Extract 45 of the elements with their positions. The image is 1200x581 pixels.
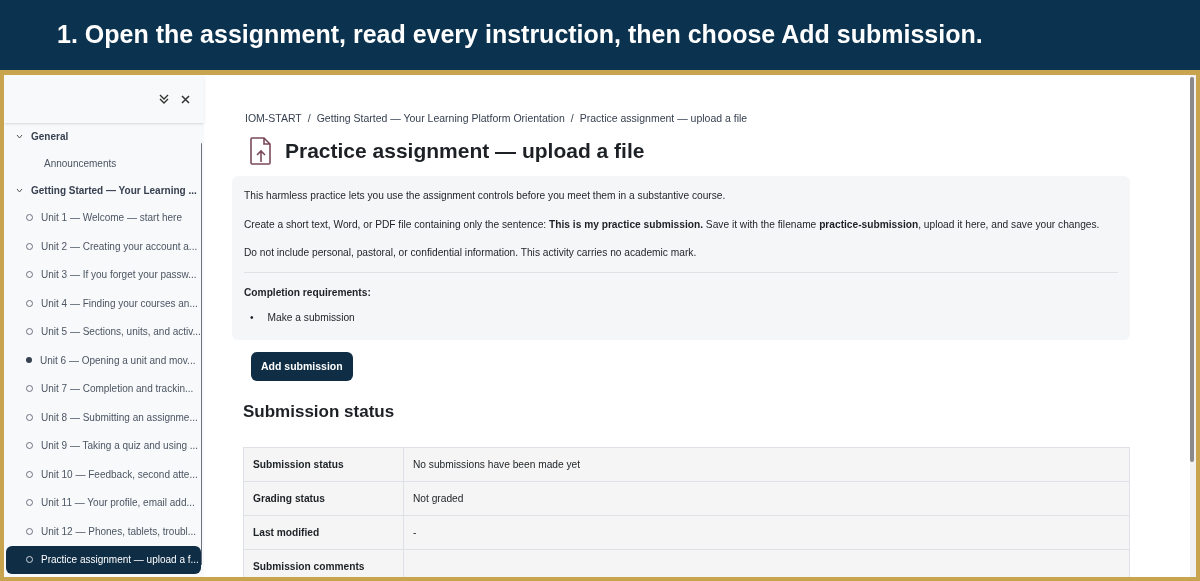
chevron-icon (16, 133, 23, 139)
breadcrumb-link[interactable]: Practice assignment — upload a file (579, 111, 748, 127)
course-index-item[interactable]: Unit 8 — Submitting an assignme... (6, 403, 201, 432)
course-index-item[interactable]: Unit 10 — Feedback, second atte... (6, 460, 201, 489)
course-index-item[interactable]: Unit 3 — If you forget your passw... (6, 260, 201, 289)
course-index-item[interactable]: Unit 7 — Completion and trackin... (6, 374, 201, 403)
breadcrumb-separator: / (307, 111, 311, 126)
course-index-item[interactable]: Practice assignment — upload a f... (6, 545, 201, 574)
course-index-item[interactable]: Unit 12 — Phones, tablets, troubl... (6, 517, 201, 546)
chevron-icon (16, 188, 23, 193)
section-heading: Submission status (243, 401, 396, 424)
row-label: Submission comments (253, 559, 365, 574)
file-upload-icon (249, 135, 273, 166)
bullet-icon: • (250, 310, 254, 326)
section-header[interactable]: Getting Started — Your Learning ... (6, 177, 201, 204)
breadcrumb-link[interactable]: Getting Started — Your Learning Platform Orientation (316, 111, 565, 127)
collapse-all-icon[interactable] (159, 94, 169, 104)
row-label: Grading status (253, 491, 325, 506)
row-value: Not graded (413, 491, 464, 506)
course-index-item[interactable]: Unit 5 — Sections, units, and activ... (6, 317, 201, 346)
page-title: Practice assignment — upload a file (285, 137, 645, 164)
instruction-banner: 1. Open the assignment, read every instruction, then choose Add submission. (0, 0, 1200, 70)
completion-item: Make a submission (267, 311, 355, 326)
course-index-item[interactable]: Unit 4 — Finding your courses an... (6, 289, 201, 318)
breadcrumb-link[interactable]: IOM-START (245, 111, 302, 127)
course-index-item[interactable]: Unit 2 — Creating your account a... (6, 232, 201, 261)
description-text: Create a short text, Word, or PDF file containing only the sentence: This is my practice submission. Save it with the filename practice-submission, upload it here, and save your changes. (244, 217, 1101, 232)
course-index-item[interactable]: Unit 11 — Your profile, email add... (6, 488, 201, 517)
completion-heading: Completion requirements: (244, 286, 372, 301)
scrollbar[interactable] (1190, 77, 1194, 462)
add-submission-button[interactable]: Add submission (251, 351, 353, 382)
course-index-item[interactable]: Unit 9 — Taking a quiz and using ... (6, 431, 201, 460)
course-index-item[interactable]: Announcements (6, 149, 201, 178)
scrollbar[interactable] (200, 143, 202, 565)
row-label: Submission status (253, 457, 344, 472)
close-icon[interactable] (181, 94, 190, 104)
course-index-item[interactable]: Unit 6 — Opening a unit and mov... (6, 346, 201, 375)
breadcrumb-separator: / (570, 111, 574, 126)
course-index-item[interactable]: Unit 1 — Welcome — start here (6, 203, 201, 232)
section-header[interactable]: General (6, 123, 201, 149)
row-label: Last modified (253, 525, 320, 540)
row-value: No submissions have been made yet (413, 457, 581, 472)
description-text: Do not include personal, pastoral, or confidential information. This activity carries no academic mark. (244, 245, 698, 260)
row-value: - (413, 525, 417, 540)
description-text: This harmless practice lets you use the assignment controls before you meet them in a substantive course. (244, 189, 727, 204)
